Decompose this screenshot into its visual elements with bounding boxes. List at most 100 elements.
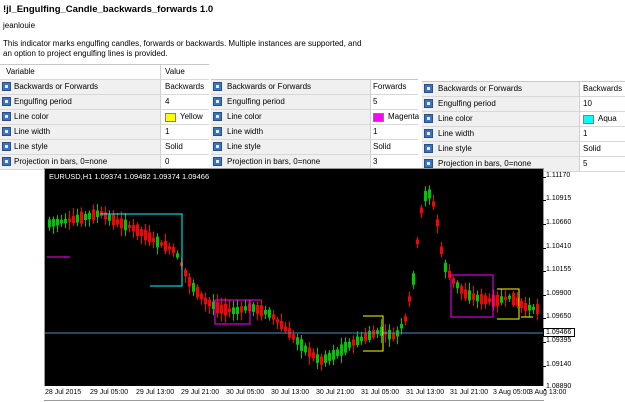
param-label: Line width xyxy=(14,127,51,136)
param-row[interactable]: Line style Solid xyxy=(0,140,209,155)
candle-body xyxy=(96,210,99,218)
indicator-description: This indicator marks engulfing candles, … xyxy=(3,39,362,58)
param-row[interactable]: Backwards or Forwards Backwards xyxy=(0,80,209,95)
candle-body xyxy=(372,330,375,338)
candle-body xyxy=(444,262,447,273)
param-row[interactable]: Line width 1 xyxy=(0,125,209,140)
price-axis[interactable]: 1.11170 1.10915 1.10660 1.10410 1.10155 … xyxy=(543,168,625,401)
candle-body xyxy=(80,211,83,224)
param-icon xyxy=(2,127,11,136)
color-swatch-magenta[interactable] xyxy=(373,113,384,122)
price-chart[interactable]: EURUSD,H1 1.09374 1.09492 1.09374 1.0946… xyxy=(44,168,545,402)
param-row[interactable]: Line color Magenta xyxy=(211,110,419,125)
candle-body xyxy=(104,212,107,220)
candle-body xyxy=(392,333,395,340)
candle-body xyxy=(280,321,283,329)
candle-body xyxy=(500,296,503,303)
candle-body xyxy=(300,339,303,351)
time-axis[interactable]: 28 Jul 2015 29 Jul 05:00 29 Jul 13:00 29… xyxy=(44,386,566,400)
candlestick-plot[interactable] xyxy=(45,169,545,402)
time-tick-label: 29 Jul 21:00 xyxy=(181,389,220,396)
param-value[interactable]: 1 xyxy=(373,127,377,136)
candle-body xyxy=(220,304,223,314)
param-row[interactable]: Line color Aqua xyxy=(422,112,625,127)
time-tick-label: 29 Jul 05:00 xyxy=(90,389,129,396)
param-value[interactable]: Solid xyxy=(165,142,183,151)
candle-body xyxy=(508,295,511,299)
param-icon xyxy=(2,157,11,166)
color-swatch-aqua[interactable] xyxy=(583,115,594,124)
param-row[interactable]: Line style Solid xyxy=(211,140,418,155)
candle-body xyxy=(124,219,127,231)
param-value[interactable]: Backwards xyxy=(165,82,204,91)
candle-body xyxy=(68,218,71,222)
param-label: Line color xyxy=(14,112,49,121)
price-tick-label: 1.10155 xyxy=(546,266,572,273)
param-label: Backwards or Forwards xyxy=(438,84,523,93)
candle-body xyxy=(52,219,55,227)
candle-body xyxy=(108,214,111,221)
param-icon xyxy=(424,144,433,153)
param-row[interactable]: Line style Solid xyxy=(422,142,625,157)
param-icon xyxy=(213,142,222,151)
param-value[interactable]: 1 xyxy=(583,129,587,138)
param-icon xyxy=(213,127,222,136)
candle-body xyxy=(304,345,307,353)
param-row[interactable]: Backwards or Forwards Forwards xyxy=(211,80,418,95)
param-label: Projection in bars, 0=none xyxy=(438,159,532,168)
param-row[interactable]: Line color Yellow xyxy=(0,110,209,125)
candle-body xyxy=(228,308,231,313)
candle-body xyxy=(340,344,343,356)
candle-body xyxy=(56,218,59,226)
candle-body xyxy=(404,316,407,322)
candle-body xyxy=(320,356,323,365)
param-icon xyxy=(2,142,11,151)
candle-body xyxy=(424,190,427,202)
time-tick-label: 3 Aug 05:00 xyxy=(493,389,531,396)
time-tick-label: 30 Jul 05:00 xyxy=(226,389,265,396)
param-row[interactable]: Line width 1 xyxy=(211,125,418,140)
params-table-3: Backwards or Forwards Backwards Engulfing… xyxy=(422,81,625,172)
candle-body xyxy=(120,218,123,229)
candle-body xyxy=(356,336,359,345)
candle-body xyxy=(312,352,315,359)
param-value[interactable]: 5 xyxy=(373,97,377,106)
param-value[interactable]: Solid xyxy=(583,144,601,153)
param-label: Line style xyxy=(438,144,472,153)
param-row[interactable]: Engulfing period 4 xyxy=(0,95,209,110)
param-icon xyxy=(213,112,222,121)
param-row[interactable]: Engulfing period 10 xyxy=(422,97,625,112)
param-row[interactable]: Engulfing period 5 xyxy=(211,95,418,110)
price-tick-label: 1.09140 xyxy=(546,361,572,368)
param-value[interactable]: 10 xyxy=(583,99,592,108)
param-value[interactable]: Aqua xyxy=(598,114,617,123)
param-value[interactable]: Forwards xyxy=(373,82,406,91)
candle-body xyxy=(436,219,439,227)
candle-body xyxy=(164,240,167,252)
candle-body xyxy=(196,286,199,298)
param-value[interactable]: Yellow xyxy=(180,112,203,121)
param-row[interactable]: Backwards or Forwards Backwards xyxy=(422,82,625,97)
param-row[interactable]: Line width 1 xyxy=(422,127,625,142)
color-swatch-yellow[interactable] xyxy=(165,113,176,122)
param-value[interactable]: 5 xyxy=(583,159,587,168)
param-value[interactable]: Magenta xyxy=(388,112,419,121)
param-value[interactable]: Backwards xyxy=(583,84,622,93)
candle-body xyxy=(344,341,347,353)
col-header-variable: Variable xyxy=(6,67,35,76)
param-icon xyxy=(213,157,222,166)
candle-body xyxy=(420,207,423,214)
candle-body xyxy=(360,336,363,342)
param-value[interactable]: Solid xyxy=(373,142,391,151)
candle-body xyxy=(412,273,415,285)
time-tick-label: 3 Aug 13:00 xyxy=(529,389,567,396)
candle-body xyxy=(268,309,271,318)
param-icon xyxy=(2,82,11,91)
candle-body xyxy=(168,246,171,250)
candle-body xyxy=(456,282,459,289)
param-value[interactable]: 3 xyxy=(373,157,377,166)
param-value[interactable]: 4 xyxy=(165,97,169,106)
param-value[interactable]: 1 xyxy=(165,127,169,136)
param-icon xyxy=(2,112,11,121)
param-value[interactable]: 0 xyxy=(165,157,169,166)
